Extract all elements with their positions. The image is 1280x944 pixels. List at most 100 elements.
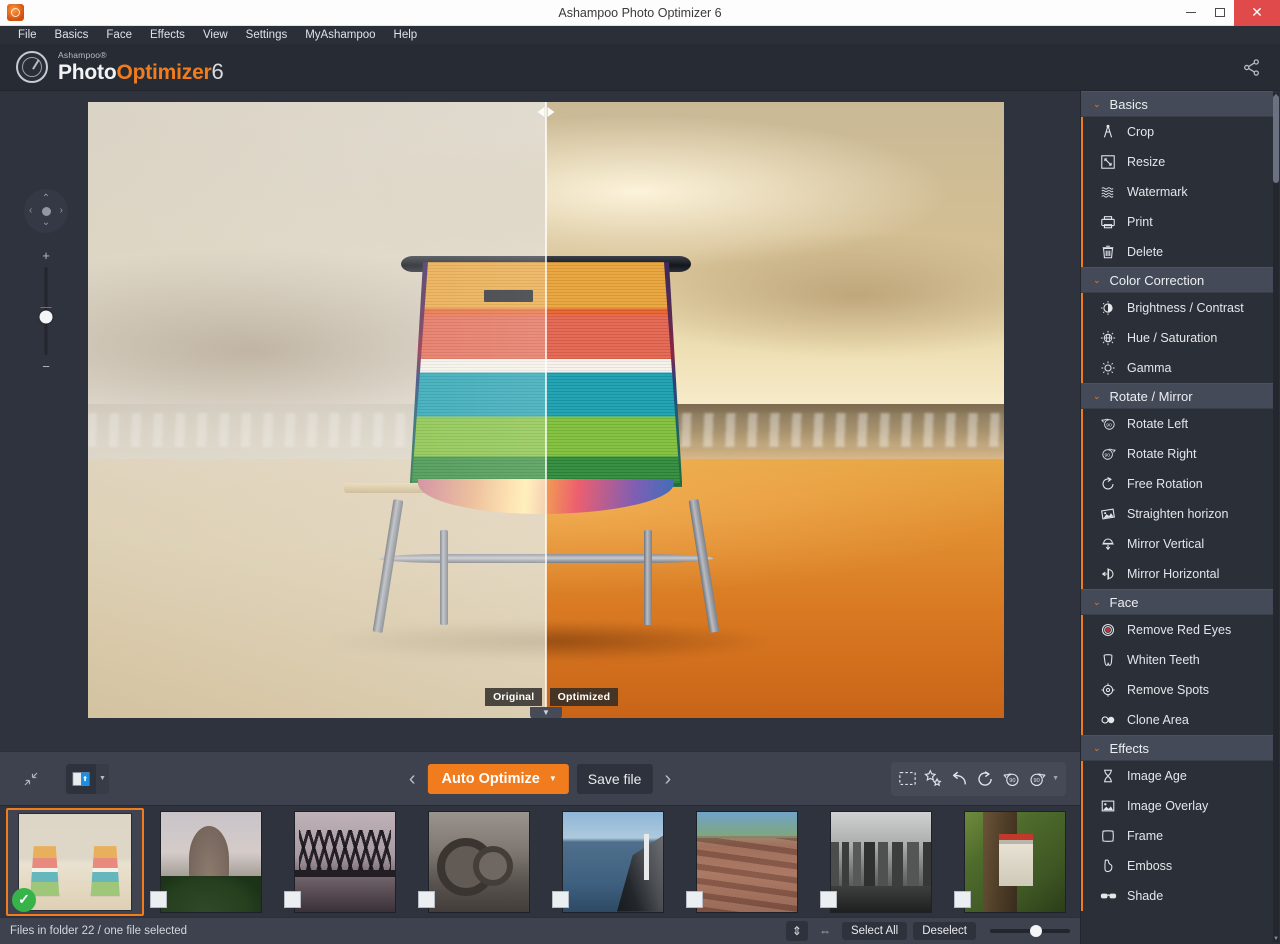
sidebar-item-emboss[interactable]: Emboss: [1083, 851, 1273, 881]
share-icon[interactable]: [1238, 54, 1264, 80]
previous-image-button[interactable]: ‹: [405, 769, 420, 789]
sidebar-item-shade[interactable]: Shade: [1083, 881, 1273, 911]
thumbnail-checkbox[interactable]: [284, 891, 301, 908]
sidebar-item-rotate-right[interactable]: 90 Rotate Right: [1083, 439, 1273, 469]
menu-myashampoo[interactable]: MyAshampoo: [296, 26, 384, 44]
scroll-down-icon[interactable]: ▼: [1273, 936, 1279, 942]
list-item[interactable]: [278, 810, 412, 914]
collapse-preview-button[interactable]: ▼: [530, 707, 562, 718]
list-item[interactable]: [680, 810, 814, 914]
thumbnail-filmstrip[interactable]: ✓: [0, 805, 1080, 917]
rotate-left-icon[interactable]: 90: [998, 766, 1024, 792]
sidebar-item-mirror-horizontal[interactable]: Mirror Horizontal: [1083, 559, 1273, 589]
sidebar-item-print[interactable]: Print: [1083, 207, 1273, 237]
compare-view-icon[interactable]: [66, 764, 96, 794]
chevron-down-icon: ⌄: [1093, 598, 1101, 607]
list-item[interactable]: [412, 810, 546, 914]
menu-help[interactable]: Help: [385, 26, 427, 44]
menu-basics[interactable]: Basics: [46, 26, 98, 44]
sidebar-item-delete[interactable]: Delete: [1083, 237, 1273, 267]
sidebar-item-frame[interactable]: Frame: [1083, 821, 1273, 851]
pan-pad[interactable]: ⌃ ⌄ ‹ ›: [24, 189, 68, 233]
pan-left-icon[interactable]: ‹: [29, 206, 32, 216]
zoom-out-icon[interactable]: −: [42, 360, 50, 373]
sidebar-item-remove-spots[interactable]: Remove Spots: [1083, 675, 1273, 705]
list-item[interactable]: [144, 810, 278, 914]
sidebar-item-resize[interactable]: Resize: [1083, 147, 1273, 177]
thumbnail-checkbox[interactable]: [552, 891, 569, 908]
fit-to-window-button[interactable]: [18, 766, 44, 792]
scrollbar-track[interactable]: [1273, 93, 1279, 942]
sidebar-group-basics[interactable]: ⌄ Basics: [1081, 91, 1273, 117]
zoom-slider-thumb[interactable]: [40, 311, 53, 324]
minimize-button[interactable]: [1176, 0, 1205, 26]
sidebar-item-brightness-contrast[interactable]: Brightness / Contrast: [1083, 293, 1273, 323]
compare-mode-button[interactable]: ▼: [66, 764, 109, 794]
sidebar-item-mirror-vertical[interactable]: Mirror Vertical: [1083, 529, 1273, 559]
menu-face[interactable]: Face: [97, 26, 141, 44]
pan-center-icon[interactable]: [42, 207, 51, 216]
next-image-button[interactable]: ›: [660, 769, 675, 789]
slider-thumb[interactable]: [1030, 925, 1042, 937]
sidebar-item-crop[interactable]: Crop: [1083, 117, 1273, 147]
close-button[interactable]: ✕: [1234, 0, 1280, 26]
scrollbar-thumb[interactable]: [1273, 95, 1279, 183]
split-drag-handles[interactable]: [538, 107, 555, 117]
list-item[interactable]: ✓: [6, 808, 144, 916]
menu-effects[interactable]: Effects: [141, 26, 194, 44]
triangle-left-icon[interactable]: [538, 107, 545, 117]
zoom-in-icon[interactable]: +: [42, 249, 50, 262]
sidebar-item-image-age[interactable]: Image Age: [1083, 761, 1273, 791]
compare-mode-caret[interactable]: ▼: [96, 764, 109, 794]
zoom-slider[interactable]: + −: [38, 249, 54, 373]
menu-view[interactable]: View: [194, 26, 237, 44]
thumbnail-checkbox[interactable]: [418, 891, 435, 908]
thumbnail-checkbox[interactable]: [820, 891, 837, 908]
select-all-button[interactable]: Select All: [842, 922, 907, 940]
sidebar-item-image-overlay[interactable]: Image Overlay: [1083, 791, 1273, 821]
menu-settings[interactable]: Settings: [237, 26, 297, 44]
effects-stars-icon[interactable]: [920, 766, 946, 792]
reset-circle-icon[interactable]: [972, 766, 998, 792]
undo-arrow-icon[interactable]: [946, 766, 972, 792]
sidebar-item-whiten-teeth[interactable]: Whiten Teeth: [1083, 645, 1273, 675]
selected-check-icon[interactable]: ✓: [12, 888, 36, 912]
pan-down-icon[interactable]: ⌄: [42, 218, 50, 228]
sidebar-group-color-correction[interactable]: ⌄ Color Correction: [1081, 267, 1273, 293]
thumbnail-checkbox[interactable]: [686, 891, 703, 908]
sidebar-item-remove-red-eyes[interactable]: Remove Red Eyes: [1083, 615, 1273, 645]
sidebar-group-effects[interactable]: ⌄ Effects: [1081, 735, 1273, 761]
sidebar-group-face[interactable]: ⌄ Face: [1081, 589, 1273, 615]
sidebar-item-rotate-left[interactable]: 90 Rotate Left: [1083, 409, 1273, 439]
list-item[interactable]: [546, 810, 680, 914]
pan-right-icon[interactable]: ›: [60, 206, 63, 216]
arrows-horizontal-icon[interactable]: ⇔: [814, 921, 836, 941]
image-canvas[interactable]: Original Optimized ▼: [88, 102, 1004, 718]
sidebar-item-clone-area[interactable]: Clone Area: [1083, 705, 1273, 735]
save-file-button[interactable]: Save file: [577, 764, 653, 794]
sidebar-item-straighten-horizon[interactable]: Straighten horizon: [1083, 499, 1273, 529]
split-divider[interactable]: [545, 102, 547, 718]
auto-optimize-caret[interactable]: ▼: [549, 774, 557, 783]
sidebar-item-gamma[interactable]: Gamma: [1083, 353, 1273, 383]
list-item[interactable]: [948, 810, 1080, 914]
sidebar-item-watermark[interactable]: Watermark: [1083, 177, 1273, 207]
menu-file[interactable]: File: [9, 26, 46, 44]
pan-up-icon[interactable]: ⌃: [42, 194, 50, 204]
rotate-right-icon[interactable]: 90: [1024, 766, 1050, 792]
thumbnail-size-slider[interactable]: [990, 921, 1070, 941]
maximize-button[interactable]: [1205, 0, 1234, 26]
thumbnail-checkbox[interactable]: [954, 891, 971, 908]
deselect-button[interactable]: Deselect: [913, 922, 976, 940]
arrows-vertical-icon[interactable]: ⇕: [786, 921, 808, 941]
list-item[interactable]: [814, 810, 948, 914]
edit-tools-caret[interactable]: ▼: [1050, 775, 1063, 782]
sidebar-scrollbar[interactable]: ▲ ▼: [1273, 93, 1279, 942]
auto-optimize-button[interactable]: Auto Optimize ▼: [428, 764, 569, 794]
thumbnail-checkbox[interactable]: [150, 891, 167, 908]
triangle-right-icon[interactable]: [548, 107, 555, 117]
selection-rectangle-icon[interactable]: [894, 766, 920, 792]
sidebar-item-hue-saturation[interactable]: Hue / Saturation: [1083, 323, 1273, 353]
sidebar-group-rotate-mirror[interactable]: ⌄ Rotate / Mirror: [1081, 383, 1273, 409]
sidebar-item-free-rotation[interactable]: Free Rotation: [1083, 469, 1273, 499]
